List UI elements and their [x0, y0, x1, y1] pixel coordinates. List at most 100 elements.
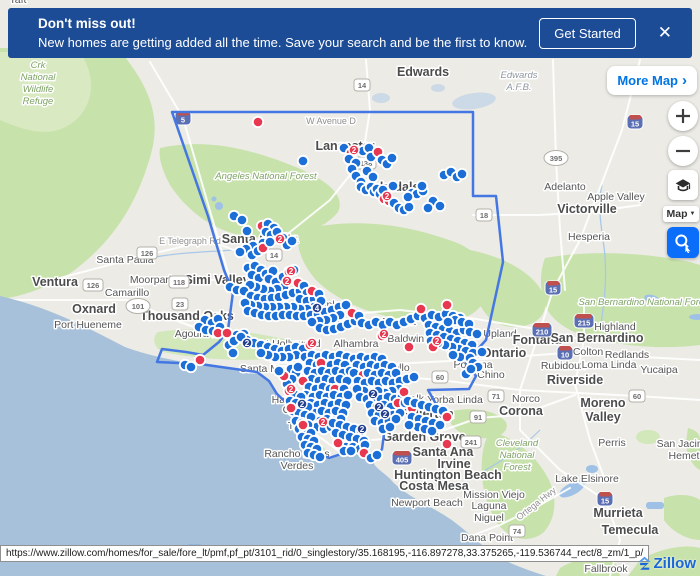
- listing-dot-blue[interactable]: [256, 348, 266, 358]
- svg-text:2: 2: [321, 418, 326, 427]
- listing-dot-blue[interactable]: [186, 362, 196, 372]
- listing-dot-blue[interactable]: [417, 181, 427, 191]
- listing-dot-blue[interactable]: [368, 172, 378, 182]
- cluster-badge[interactable]: 4: [312, 303, 322, 313]
- cluster-badge[interactable]: 2: [382, 191, 392, 201]
- caret-down-icon: ▼: [690, 211, 696, 217]
- listing-dot-blue[interactable]: [404, 420, 414, 430]
- cluster-badge[interactable]: 2: [282, 276, 292, 286]
- svg-text:2: 2: [289, 385, 294, 394]
- cluster-badge[interactable]: 2: [286, 266, 296, 276]
- listing-dot-red[interactable]: [404, 342, 414, 352]
- listing-dot-blue[interactable]: [477, 347, 487, 357]
- listing-dot-blue[interactable]: [427, 426, 437, 436]
- cluster-badge[interactable]: 2: [379, 329, 389, 339]
- cluster-badge[interactable]: 2: [380, 409, 390, 419]
- listing-dot-red[interactable]: [442, 439, 452, 449]
- listing-dot-blue[interactable]: [457, 169, 467, 179]
- road-shield: 15: [597, 492, 613, 506]
- listing-dot-blue[interactable]: [472, 329, 482, 339]
- map-label: Laguna: [471, 500, 506, 512]
- svg-text:5: 5: [181, 116, 185, 125]
- map-label: Alhambra: [334, 338, 379, 350]
- listing-dot-blue[interactable]: [387, 153, 397, 163]
- svg-text:2: 2: [371, 390, 376, 399]
- listing-dot-blue[interactable]: [265, 237, 275, 247]
- road-shield: 71: [488, 390, 504, 402]
- listing-dot-red[interactable]: [442, 300, 452, 310]
- listing-dot-blue[interactable]: [466, 364, 476, 374]
- listing-dot-blue[interactable]: [448, 350, 458, 360]
- svg-text:2: 2: [289, 267, 294, 276]
- map-type-button[interactable]: Map ▼: [663, 206, 699, 222]
- listing-dot-blue[interactable]: [287, 236, 297, 246]
- listing-dot-red[interactable]: [286, 403, 296, 413]
- listing-dot-red[interactable]: [298, 420, 308, 430]
- cluster-badge[interactable]: 2: [318, 417, 328, 427]
- schools-layer-button[interactable]: [668, 170, 698, 200]
- zillow-attribution[interactable]: Zillow: [637, 555, 697, 572]
- listing-dot-blue[interactable]: [372, 450, 382, 460]
- listing-dot-blue[interactable]: [388, 181, 398, 191]
- svg-text:74: 74: [513, 527, 522, 536]
- cluster-badge[interactable]: 2: [307, 338, 317, 348]
- zoom-out-button[interactable]: [668, 136, 698, 166]
- svg-text:210: 210: [536, 328, 549, 337]
- road-shield: 10: [557, 346, 573, 360]
- svg-text:2: 2: [310, 339, 315, 348]
- road-shield: 101: [126, 299, 150, 314]
- svg-text:2: 2: [278, 235, 283, 244]
- more-map-button[interactable]: More Map ›: [607, 66, 697, 95]
- svg-text:2: 2: [245, 339, 250, 348]
- map-canvas[interactable]: TaftCrkNationalWildlifeRefugeEdwardsEdwa…: [0, 0, 700, 576]
- road-shield: 126: [137, 247, 157, 259]
- svg-text:395: 395: [550, 154, 563, 163]
- listing-dot-blue[interactable]: [403, 192, 413, 202]
- listing-dot-blue[interactable]: [346, 446, 356, 456]
- map-label: Victorville: [557, 202, 617, 216]
- listing-dot-red[interactable]: [416, 304, 426, 314]
- get-started-button[interactable]: Get Started: [539, 18, 635, 49]
- map-label: Temecula: [602, 523, 660, 537]
- cluster-badge[interactable]: 2: [242, 338, 252, 348]
- map-label: National: [500, 450, 536, 461]
- banner-close-button[interactable]: ✕: [652, 21, 678, 45]
- cluster-badge[interactable]: 2: [297, 399, 307, 409]
- cluster-badge[interactable]: 2: [368, 389, 378, 399]
- map-label: Colton: [573, 346, 604, 358]
- listing-dot-blue[interactable]: [293, 362, 303, 372]
- listing-dot-red[interactable]: [442, 412, 452, 422]
- road-shield: 126: [83, 279, 103, 291]
- map-label: Adelanto: [544, 181, 586, 193]
- listing-dot-blue[interactable]: [242, 226, 252, 236]
- cluster-badge[interactable]: 2: [432, 336, 442, 346]
- draw-search-button[interactable]: [667, 227, 699, 258]
- cluster-badge[interactable]: 2: [349, 145, 359, 155]
- listing-dot-blue[interactable]: [274, 366, 284, 376]
- cluster-badge[interactable]: 2: [286, 384, 296, 394]
- listing-dot-blue[interactable]: [237, 215, 247, 225]
- listing-dot-red[interactable]: [253, 117, 263, 127]
- listing-dot-blue[interactable]: [235, 247, 245, 257]
- listing-dot-blue[interactable]: [298, 156, 308, 166]
- svg-text:241: 241: [465, 438, 478, 447]
- cluster-badge[interactable]: 2: [357, 424, 367, 434]
- listing-dot-red[interactable]: [333, 438, 343, 448]
- listing-dot-blue[interactable]: [409, 372, 419, 382]
- listing-dot-blue[interactable]: [315, 452, 325, 462]
- chevron-right-icon: ›: [682, 72, 687, 89]
- map-label: Lake Elsinore: [555, 473, 619, 485]
- svg-text:2: 2: [285, 277, 290, 286]
- listing-dot-blue[interactable]: [435, 201, 445, 211]
- map-label: Taft: [10, 0, 27, 6]
- cluster-badge[interactable]: 2: [275, 234, 285, 244]
- listing-dot-blue[interactable]: [404, 202, 414, 212]
- svg-text:14: 14: [270, 251, 279, 260]
- listing-dot-blue[interactable]: [443, 317, 453, 327]
- listing-dot-blue[interactable]: [423, 203, 433, 213]
- zoom-in-button[interactable]: [668, 101, 698, 131]
- road-shield: 405: [392, 451, 412, 465]
- listing-dot-red[interactable]: [195, 355, 205, 365]
- listing-dot-blue[interactable]: [385, 422, 395, 432]
- listing-dot-blue[interactable]: [228, 348, 238, 358]
